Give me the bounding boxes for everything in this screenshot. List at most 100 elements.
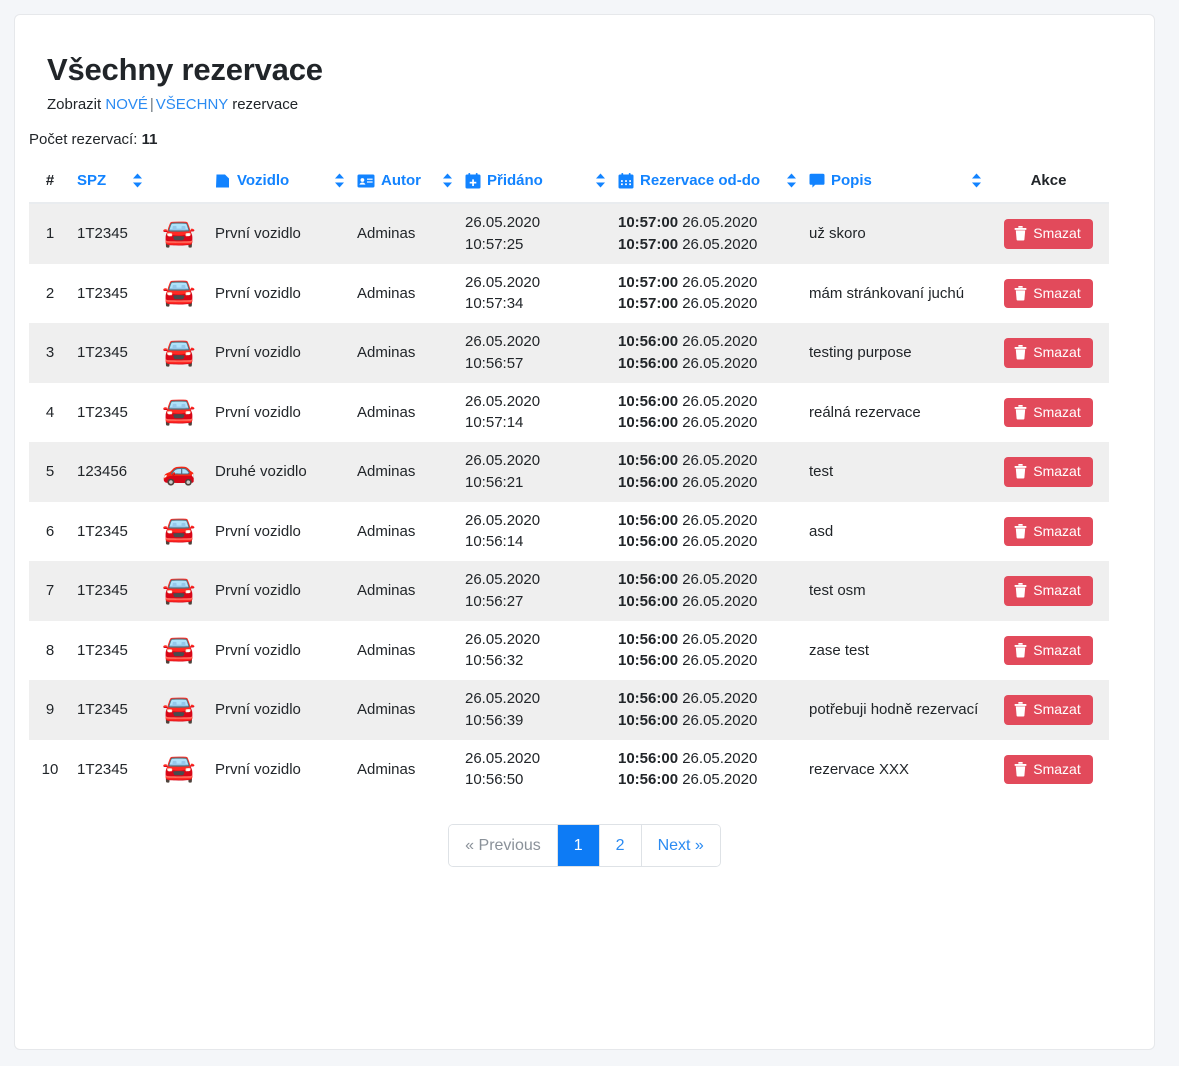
- cell-popis: potřebuji hodně rezervací: [803, 680, 988, 740]
- sort-icon[interactable]: [595, 173, 606, 188]
- rezervace-od: 10:56:00 26.05.2020: [618, 630, 758, 648]
- calendar-icon: [618, 172, 634, 189]
- delete-button[interactable]: Smazat: [1004, 397, 1093, 428]
- rezervace-od: 10:56:00 26.05.2020: [618, 452, 758, 470]
- cell-pridano: 26.05.2020 10:56:21: [459, 442, 612, 502]
- column-header-autor[interactable]: Autor: [351, 160, 459, 205]
- cell-autor: Adminas: [351, 680, 459, 740]
- sort-icon[interactable]: [971, 173, 982, 188]
- cell-popis: test: [803, 442, 988, 502]
- cell-popis: reálná rezervace: [803, 382, 988, 443]
- cell-index: 5: [29, 442, 71, 502]
- pagination-next[interactable]: Next »: [641, 825, 720, 867]
- column-header-spz[interactable]: SPZ: [71, 160, 149, 205]
- delete-button[interactable]: Smazat: [1004, 278, 1093, 309]
- trash-icon: [1014, 464, 1027, 479]
- column-header-pridano-label: Přidáno: [487, 172, 543, 190]
- cell-rezervace-od-do: 10:57:00 26.05.2020 10:57:00 26.05.2020: [612, 263, 803, 324]
- cell-popis: rezervace XXX: [803, 739, 988, 800]
- table-row: 2 1T2345 🚘 První vozidlo Adminas 26.05.2020 10…: [29, 263, 1109, 324]
- cell-popis: test osm: [803, 561, 988, 621]
- delete-button[interactable]: Smazat: [1004, 457, 1093, 487]
- pridano-time: 10:56:32: [465, 652, 524, 670]
- pridano-time: 10:56:27: [465, 592, 524, 610]
- link-new-reservations[interactable]: NOVÉ: [105, 96, 148, 113]
- cell-autor: Adminas: [351, 442, 459, 502]
- pridano-time: 10:56:21: [465, 473, 524, 491]
- column-header-rezervace-od-do[interactable]: Rezervace od-do: [612, 160, 803, 205]
- table-row: 9 1T2345 🚘 První vozidlo Adminas 26.05.2020 10…: [29, 680, 1109, 740]
- cell-spz: 1T2345: [71, 323, 149, 383]
- delete-button-label: Smazat: [1033, 344, 1081, 361]
- delete-button[interactable]: Smazat: [1004, 219, 1093, 249]
- delete-button-label: Smazat: [1033, 403, 1081, 420]
- pridano-date: 26.05.2020: [465, 571, 541, 589]
- pridano-time: 10:56:14: [465, 533, 524, 551]
- cell-popis: mám stránkovaní juchú: [803, 263, 988, 324]
- pagination-page-1[interactable]: 1: [557, 825, 600, 867]
- pagination-previous[interactable]: « Previous: [449, 825, 558, 867]
- cell-pridano: 26.05.2020 10:56:27: [459, 561, 612, 621]
- cell-autor: Adminas: [351, 382, 459, 443]
- delete-button[interactable]: Smazat: [1004, 576, 1093, 606]
- cell-autor: Adminas: [351, 203, 459, 264]
- cell-autor: Adminas: [351, 263, 459, 324]
- cell-spz: 1T2345: [71, 203, 149, 264]
- pridano-time: 10:57:25: [465, 235, 524, 253]
- cell-rezervace-od-do: 10:56:00 26.05.2020 10:56:00 26.05.2020: [612, 382, 803, 443]
- table-row: 1 1T2345 🚘 První vozidlo Adminas 26.05.2020 10…: [29, 203, 1109, 264]
- cell-car-icon: 🚘: [149, 203, 209, 264]
- table-header-row: # SPZ Vozidlo Autor Přidáno Rezervace od…: [29, 160, 1109, 205]
- cell-index: 4: [29, 382, 71, 443]
- delete-button[interactable]: Smazat: [1004, 754, 1093, 785]
- cell-popis: asd: [803, 501, 988, 562]
- cell-vozidlo: První vozidlo: [209, 739, 351, 800]
- link-all-reservations[interactable]: VŠECHNY: [156, 96, 228, 113]
- delete-button[interactable]: Smazat: [1004, 338, 1093, 368]
- delete-button-label: Smazat: [1033, 701, 1081, 718]
- pagination-page-2[interactable]: 2: [599, 825, 642, 867]
- car-icon-blue: 🚘: [162, 277, 196, 308]
- cell-akce: Smazat: [988, 203, 1109, 264]
- cell-vozidlo: První vozidlo: [209, 620, 351, 681]
- sort-icon[interactable]: [334, 173, 345, 188]
- column-header-popis[interactable]: Popis: [803, 160, 988, 205]
- pagination: « Previous 1 2 Next »: [449, 825, 720, 867]
- delete-button[interactable]: Smazat: [1004, 516, 1093, 547]
- cell-vozidlo: První vozidlo: [209, 263, 351, 324]
- cell-akce: Smazat: [988, 323, 1109, 383]
- cell-rezervace-od-do: 10:56:00 26.05.2020 10:56:00 26.05.2020: [612, 501, 803, 562]
- page-background: Všechny rezervace Zobrazit NOVÉ | VŠECHNY …: [0, 0, 1179, 1066]
- table-header: # SPZ Vozidlo Autor Přidáno Rezervace od…: [29, 160, 1109, 205]
- cell-pridano: 26.05.2020 10:56:14: [459, 501, 612, 562]
- car-icon-blue: 🚘: [162, 753, 196, 784]
- rezervace-do: 10:56:00 26.05.2020: [618, 652, 758, 670]
- sort-icon[interactable]: [132, 173, 143, 188]
- sort-icon[interactable]: [786, 173, 797, 188]
- rezervace-od: 10:57:00 26.05.2020: [618, 273, 758, 291]
- cell-spz: 1T2345: [71, 382, 149, 443]
- delete-button[interactable]: Smazat: [1004, 635, 1093, 666]
- table-row: 10 1T2345 🚘 První vozidlo Adminas 26.05.2020 1…: [29, 739, 1109, 800]
- view-switch-prefix: Zobrazit: [47, 96, 102, 114]
- cell-spz: 123456: [71, 442, 149, 502]
- reservation-count-value: 11: [141, 130, 158, 148]
- delete-button[interactable]: Smazat: [1004, 695, 1093, 725]
- column-header-pridano[interactable]: Přidáno: [459, 160, 612, 205]
- cell-pridano: 26.05.2020 10:57:25: [459, 203, 612, 264]
- cell-rezervace-od-do: 10:56:00 26.05.2020 10:56:00 26.05.2020: [612, 442, 803, 502]
- car-icon-blue: 🚘: [162, 396, 196, 427]
- reservation-count-label: Počet rezervací:: [29, 130, 138, 148]
- cell-index: 6: [29, 501, 71, 562]
- rezervace-do: 10:56:00 26.05.2020: [618, 414, 758, 432]
- delete-button-label: Smazat: [1033, 582, 1081, 599]
- cell-vozidlo: První vozidlo: [209, 382, 351, 443]
- sort-icon[interactable]: [442, 173, 453, 188]
- column-header-vozidlo[interactable]: Vozidlo: [209, 160, 351, 205]
- cell-spz: 1T2345: [71, 739, 149, 800]
- table-row: 8 1T2345 🚘 První vozidlo Adminas 26.05.2020 10…: [29, 620, 1109, 681]
- rezervace-od: 10:56:00 26.05.2020: [618, 511, 758, 529]
- pridano-date: 26.05.2020: [465, 690, 541, 708]
- rezervace-od: 10:56:00 26.05.2020: [618, 749, 758, 767]
- pridano-date: 26.05.2020: [465, 749, 541, 767]
